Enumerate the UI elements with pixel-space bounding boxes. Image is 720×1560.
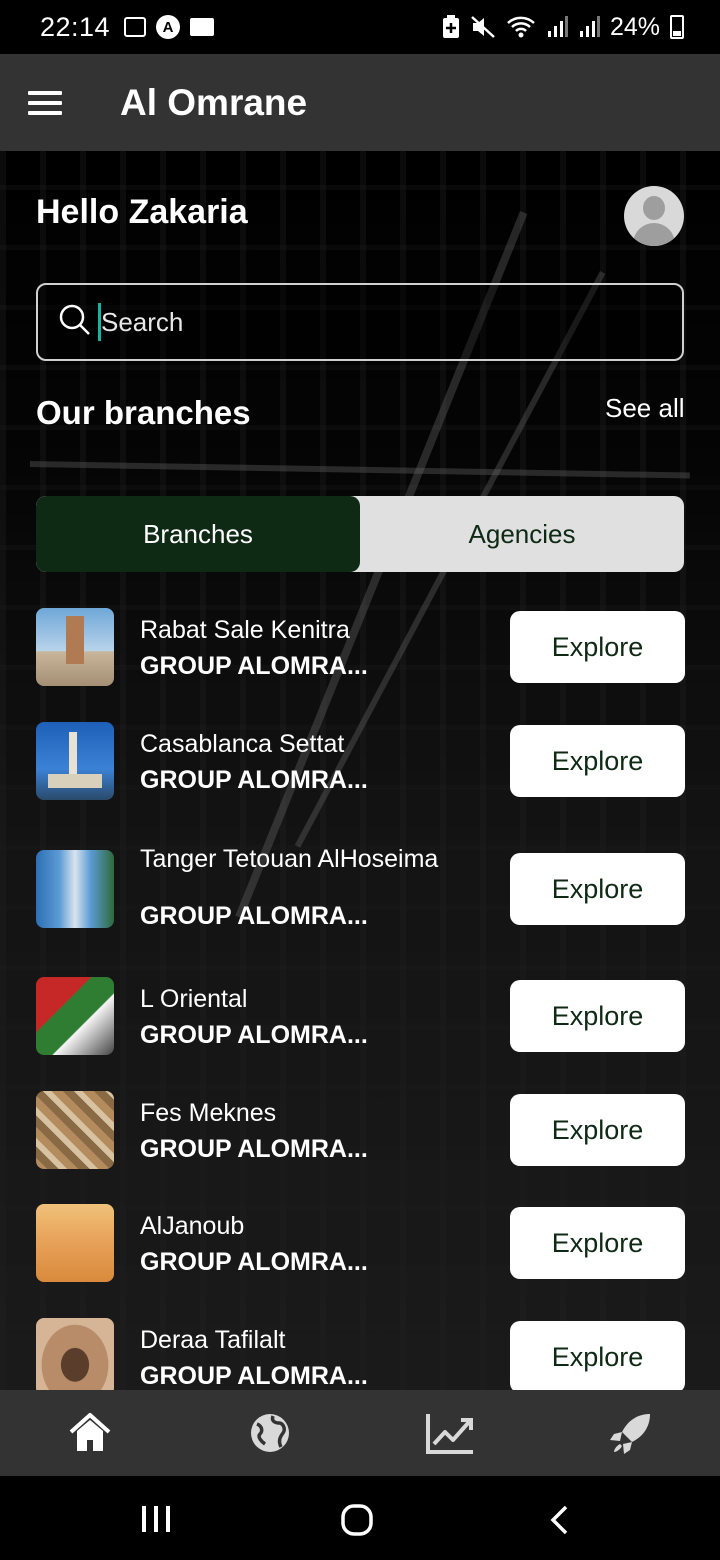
status-time: 22:14 [40, 11, 111, 42]
branch-subtitle: GROUP ALOMRA... [140, 1248, 368, 1276]
tab-branches[interactable]: Branches [36, 496, 360, 572]
back-icon[interactable] [548, 1504, 570, 1536]
tab-switcher: Branches Agencies [36, 496, 684, 572]
branch-subtitle: GROUP ALOMRA... [140, 652, 368, 680]
explore-button[interactable]: Explore [510, 1321, 685, 1390]
explore-button[interactable]: Explore [510, 980, 685, 1052]
search-bar[interactable] [36, 283, 684, 361]
branch-thumbnail [36, 722, 114, 800]
branch-name: Tanger Tetouan AlHoseima [140, 845, 439, 873]
branch-name: Fes Meknes [140, 1099, 277, 1127]
hamburger-menu-icon[interactable] [28, 91, 62, 115]
see-all-link[interactable]: See all [605, 393, 685, 424]
signal-icon [579, 16, 600, 37]
explore-button[interactable]: Explore [510, 1207, 685, 1279]
system-navigation [0, 1476, 720, 1560]
branch-subtitle: GROUP ALOMRA... [140, 766, 368, 794]
branch-thumbnail [36, 1204, 114, 1282]
section-title: Our branches [36, 394, 251, 431]
branch-thumbnail [36, 1091, 114, 1169]
branch-subtitle: GROUP ALOMRA... [140, 1135, 368, 1163]
explore-button[interactable]: Explore [510, 611, 685, 683]
branch-name: L Oriental [140, 985, 248, 1013]
a-circle-icon: A [156, 15, 181, 39]
rocket-icon[interactable] [608, 1410, 654, 1456]
search-input[interactable] [98, 303, 658, 341]
battery-saver-icon [442, 15, 459, 38]
branch-name: Rabat Sale Kenitra [140, 616, 350, 644]
explore-button[interactable]: Explore [510, 1094, 685, 1166]
explore-button[interactable]: Explore [510, 725, 685, 797]
branch-name: Deraa Tafilalt [140, 1326, 286, 1354]
branch-thumbnail [36, 977, 114, 1055]
main-content: Hello Zakaria Our branches See all Branc… [0, 151, 720, 1390]
bottom-navigation [0, 1390, 720, 1476]
wifi-icon [507, 16, 535, 38]
user-avatar-icon[interactable] [624, 186, 684, 246]
battery-percent: 24% [609, 12, 660, 41]
globe-icon[interactable] [247, 1410, 293, 1456]
status-bar: 22:14 A 24% [0, 0, 720, 54]
battery-icon [670, 15, 684, 39]
chart-line-icon[interactable] [425, 1410, 475, 1456]
app-title: Al Omrane [120, 82, 308, 123]
branch-name: AlJanoub [140, 1212, 245, 1240]
home-circle-icon[interactable] [340, 1503, 374, 1537]
branch-subtitle: GROUP ALOMRA... [140, 1021, 368, 1049]
home-icon[interactable] [67, 1410, 113, 1456]
branch-thumbnail [36, 608, 114, 686]
app-bar: Al Omrane [0, 54, 720, 151]
signal-icon [547, 16, 568, 37]
branch-subtitle: GROUP ALOMRA... [140, 1362, 368, 1390]
mute-icon [471, 16, 495, 38]
image-icon [124, 17, 147, 37]
search-icon [59, 304, 90, 335]
recent-apps-icon[interactable] [140, 1504, 172, 1534]
greeting-text: Hello Zakaria [36, 193, 248, 231]
background-crane [29, 461, 690, 479]
branch-thumbnail [36, 850, 114, 928]
branch-name: Casablanca Settat [140, 730, 345, 758]
folder-icon [190, 18, 215, 36]
explore-button[interactable]: Explore [510, 853, 685, 925]
tab-agencies[interactable]: Agencies [360, 496, 684, 572]
branch-subtitle: GROUP ALOMRA... [140, 902, 368, 930]
branch-thumbnail [36, 1318, 114, 1390]
